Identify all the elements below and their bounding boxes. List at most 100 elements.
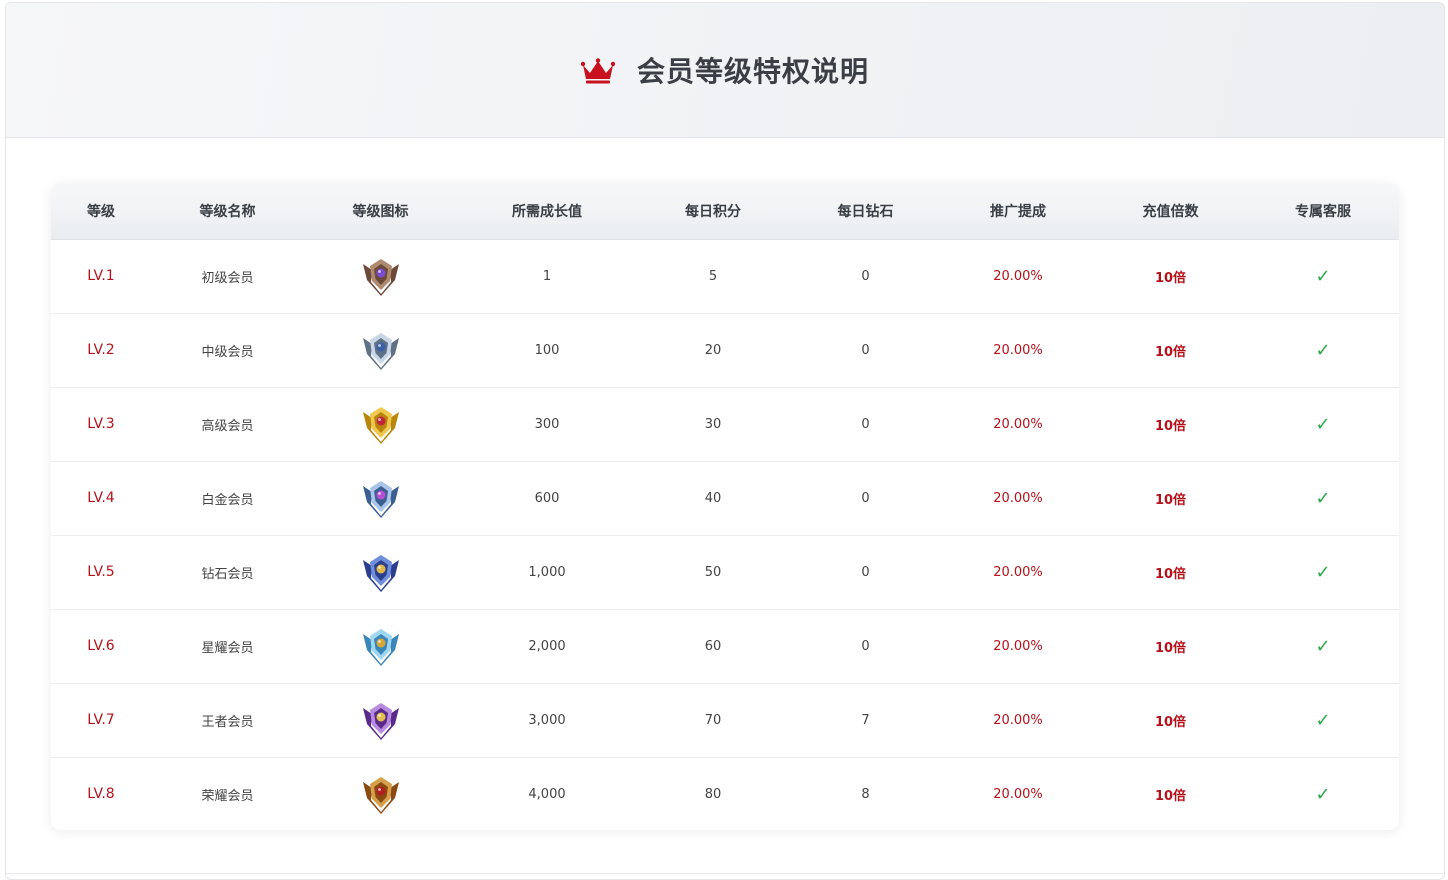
level-name-cell: 王者会员 [151, 682, 304, 757]
multiplier-cell: 10倍 [1094, 534, 1247, 609]
col-header-level: 等级 [51, 183, 151, 240]
table-body: LV.1 初级会员 1 5 0 20.00% 10倍 ✓ LV.2 中级会员 1… [51, 239, 1399, 830]
table-row: LV.6 星耀会员 2,000 60 0 20.00% 10倍 ✓ [51, 608, 1399, 683]
privilege-panel: 会员等级特权说明 等级 等级名称 等级图标 所需成长值 每日积分 每日钻石 推广… [5, 2, 1445, 880]
level-cell: LV.6 [51, 608, 151, 683]
level-icon-cell [304, 386, 457, 461]
gold-badge-icon [362, 407, 399, 444]
col-header-commission: 推广提成 [942, 183, 1094, 240]
level-cell: LV.2 [51, 312, 151, 387]
level-name-cell: 中级会员 [151, 312, 304, 387]
level-name-cell: 高级会员 [151, 386, 304, 461]
level-name-cell: 白金会员 [151, 460, 304, 535]
points-cell: 80 [637, 756, 789, 830]
level-icon-cell [304, 460, 457, 535]
points-cell: 30 [637, 386, 789, 461]
level-cell: LV.1 [87, 268, 115, 284]
table-row: LV.8 荣耀会员 4,000 80 8 20.00% 10倍 ✓ [51, 756, 1399, 830]
table-row: LV.7 王者会员 3,000 70 7 20.00% 10倍 ✓ [51, 682, 1399, 757]
level-icon-cell [304, 534, 457, 609]
col-header-name: 等级名称 [151, 183, 304, 240]
multiplier-cell: 10倍 [1094, 460, 1247, 535]
level-icon-cell [304, 756, 457, 830]
points-cell: 60 [637, 608, 789, 683]
multiplier-cell: 10倍 [1094, 756, 1247, 830]
diamonds-cell: 0 [861, 268, 870, 284]
multiplier-cell: 10倍 [1094, 682, 1247, 757]
level-name-cell: 钻石会员 [151, 534, 304, 609]
diamond-badge-icon [362, 555, 399, 592]
check-icon: ✓ [1247, 608, 1399, 683]
growth-cell: 300 [457, 386, 637, 461]
check-icon: ✓ [1247, 312, 1399, 387]
level-icon-cell [304, 239, 457, 313]
check-icon: ✓ [1247, 682, 1399, 757]
growth-cell: 1,000 [457, 534, 637, 609]
check-icon: ✓ [1247, 534, 1399, 609]
level-table-card: 等级 等级名称 等级图标 所需成长值 每日积分 每日钻石 推广提成 充值倍数 专… [51, 183, 1399, 830]
table-header-row: 等级 等级名称 等级图标 所需成长值 每日积分 每日钻石 推广提成 充值倍数 专… [51, 183, 1399, 240]
growth-cell: 4,000 [457, 756, 637, 830]
points-cell: 50 [637, 534, 789, 609]
glory-badge-icon [362, 777, 399, 815]
commission-cell: 20.00% [942, 386, 1094, 461]
col-header-points: 每日积分 [637, 183, 789, 240]
growth-cell: 600 [457, 460, 637, 535]
panel-header: 会员等级特权说明 [6, 3, 1444, 138]
diamonds-cell: 8 [789, 756, 942, 830]
col-header-diamonds: 每日钻石 [789, 183, 942, 240]
level-icon-cell [304, 608, 457, 683]
bottom-divider [6, 873, 1444, 874]
multiplier-cell: 10倍 [1094, 386, 1247, 461]
level-table: 等级 等级名称 等级图标 所需成长值 每日积分 每日钻石 推广提成 充值倍数 专… [51, 183, 1399, 830]
check-icon: ✓ [1315, 265, 1331, 287]
level-cell: LV.5 [51, 534, 151, 609]
check-icon: ✓ [1247, 756, 1399, 830]
commission-cell: 20.00% [942, 682, 1094, 757]
level-name-cell: 荣耀会员 [151, 756, 304, 830]
table-row: LV.3 高级会员 300 30 0 20.00% 10倍 ✓ [51, 386, 1399, 461]
points-cell: 20 [637, 312, 789, 387]
commission-cell: 20.00% [942, 312, 1094, 387]
table-row: LV.4 白金会员 600 40 0 20.00% 10倍 ✓ [51, 460, 1399, 535]
level-cell: LV.3 [51, 386, 151, 461]
level-name-cell: 星耀会员 [151, 608, 304, 683]
crown-icon [580, 58, 615, 84]
table-row: LV.5 钻石会员 1,000 50 0 20.00% 10倍 ✓ [51, 534, 1399, 609]
level-cell: LV.8 [51, 756, 151, 830]
commission-cell: 20.00% [942, 460, 1094, 535]
growth-cell: 3,000 [457, 682, 637, 757]
col-header-service: 专属客服 [1247, 183, 1399, 240]
platinum-badge-icon [362, 481, 399, 518]
silver-badge-icon [362, 333, 399, 370]
star-badge-icon [362, 629, 399, 666]
diamonds-cell: 0 [789, 534, 942, 609]
page-title: 会员等级特权说明 [636, 55, 869, 88]
level-icon-cell [304, 312, 457, 387]
diamonds-cell: 0 [789, 386, 942, 461]
growth-cell: 1 [542, 268, 552, 284]
check-icon: ✓ [1247, 460, 1399, 535]
level-name-cell: 初级会员 [201, 270, 254, 286]
col-header-growth: 所需成长值 [457, 183, 637, 240]
bronze-badge-icon [362, 259, 399, 296]
commission-cell: 20.00% [942, 608, 1094, 683]
level-icon-cell [304, 682, 457, 757]
multiplier-cell: 10倍 [1094, 312, 1247, 387]
level-cell: LV.7 [51, 682, 151, 757]
col-header-icon: 等级图标 [304, 183, 457, 240]
multiplier-cell: 10倍 [1094, 608, 1247, 683]
points-cell: 5 [708, 268, 718, 284]
diamonds-cell: 0 [789, 312, 942, 387]
king-badge-icon [362, 703, 399, 740]
check-icon: ✓ [1247, 386, 1399, 461]
diamonds-cell: 7 [789, 682, 942, 757]
diamonds-cell: 0 [789, 460, 942, 535]
commission-cell: 20.00% [942, 756, 1094, 830]
commission-cell: 20.00% [942, 534, 1094, 609]
diamonds-cell: 0 [789, 608, 942, 683]
commission-cell: 20.00% [993, 268, 1043, 284]
multiplier-cell: 10倍 [1154, 270, 1187, 286]
table-row: LV.2 中级会员 100 20 0 20.00% 10倍 ✓ [51, 312, 1399, 387]
points-cell: 70 [637, 682, 789, 757]
